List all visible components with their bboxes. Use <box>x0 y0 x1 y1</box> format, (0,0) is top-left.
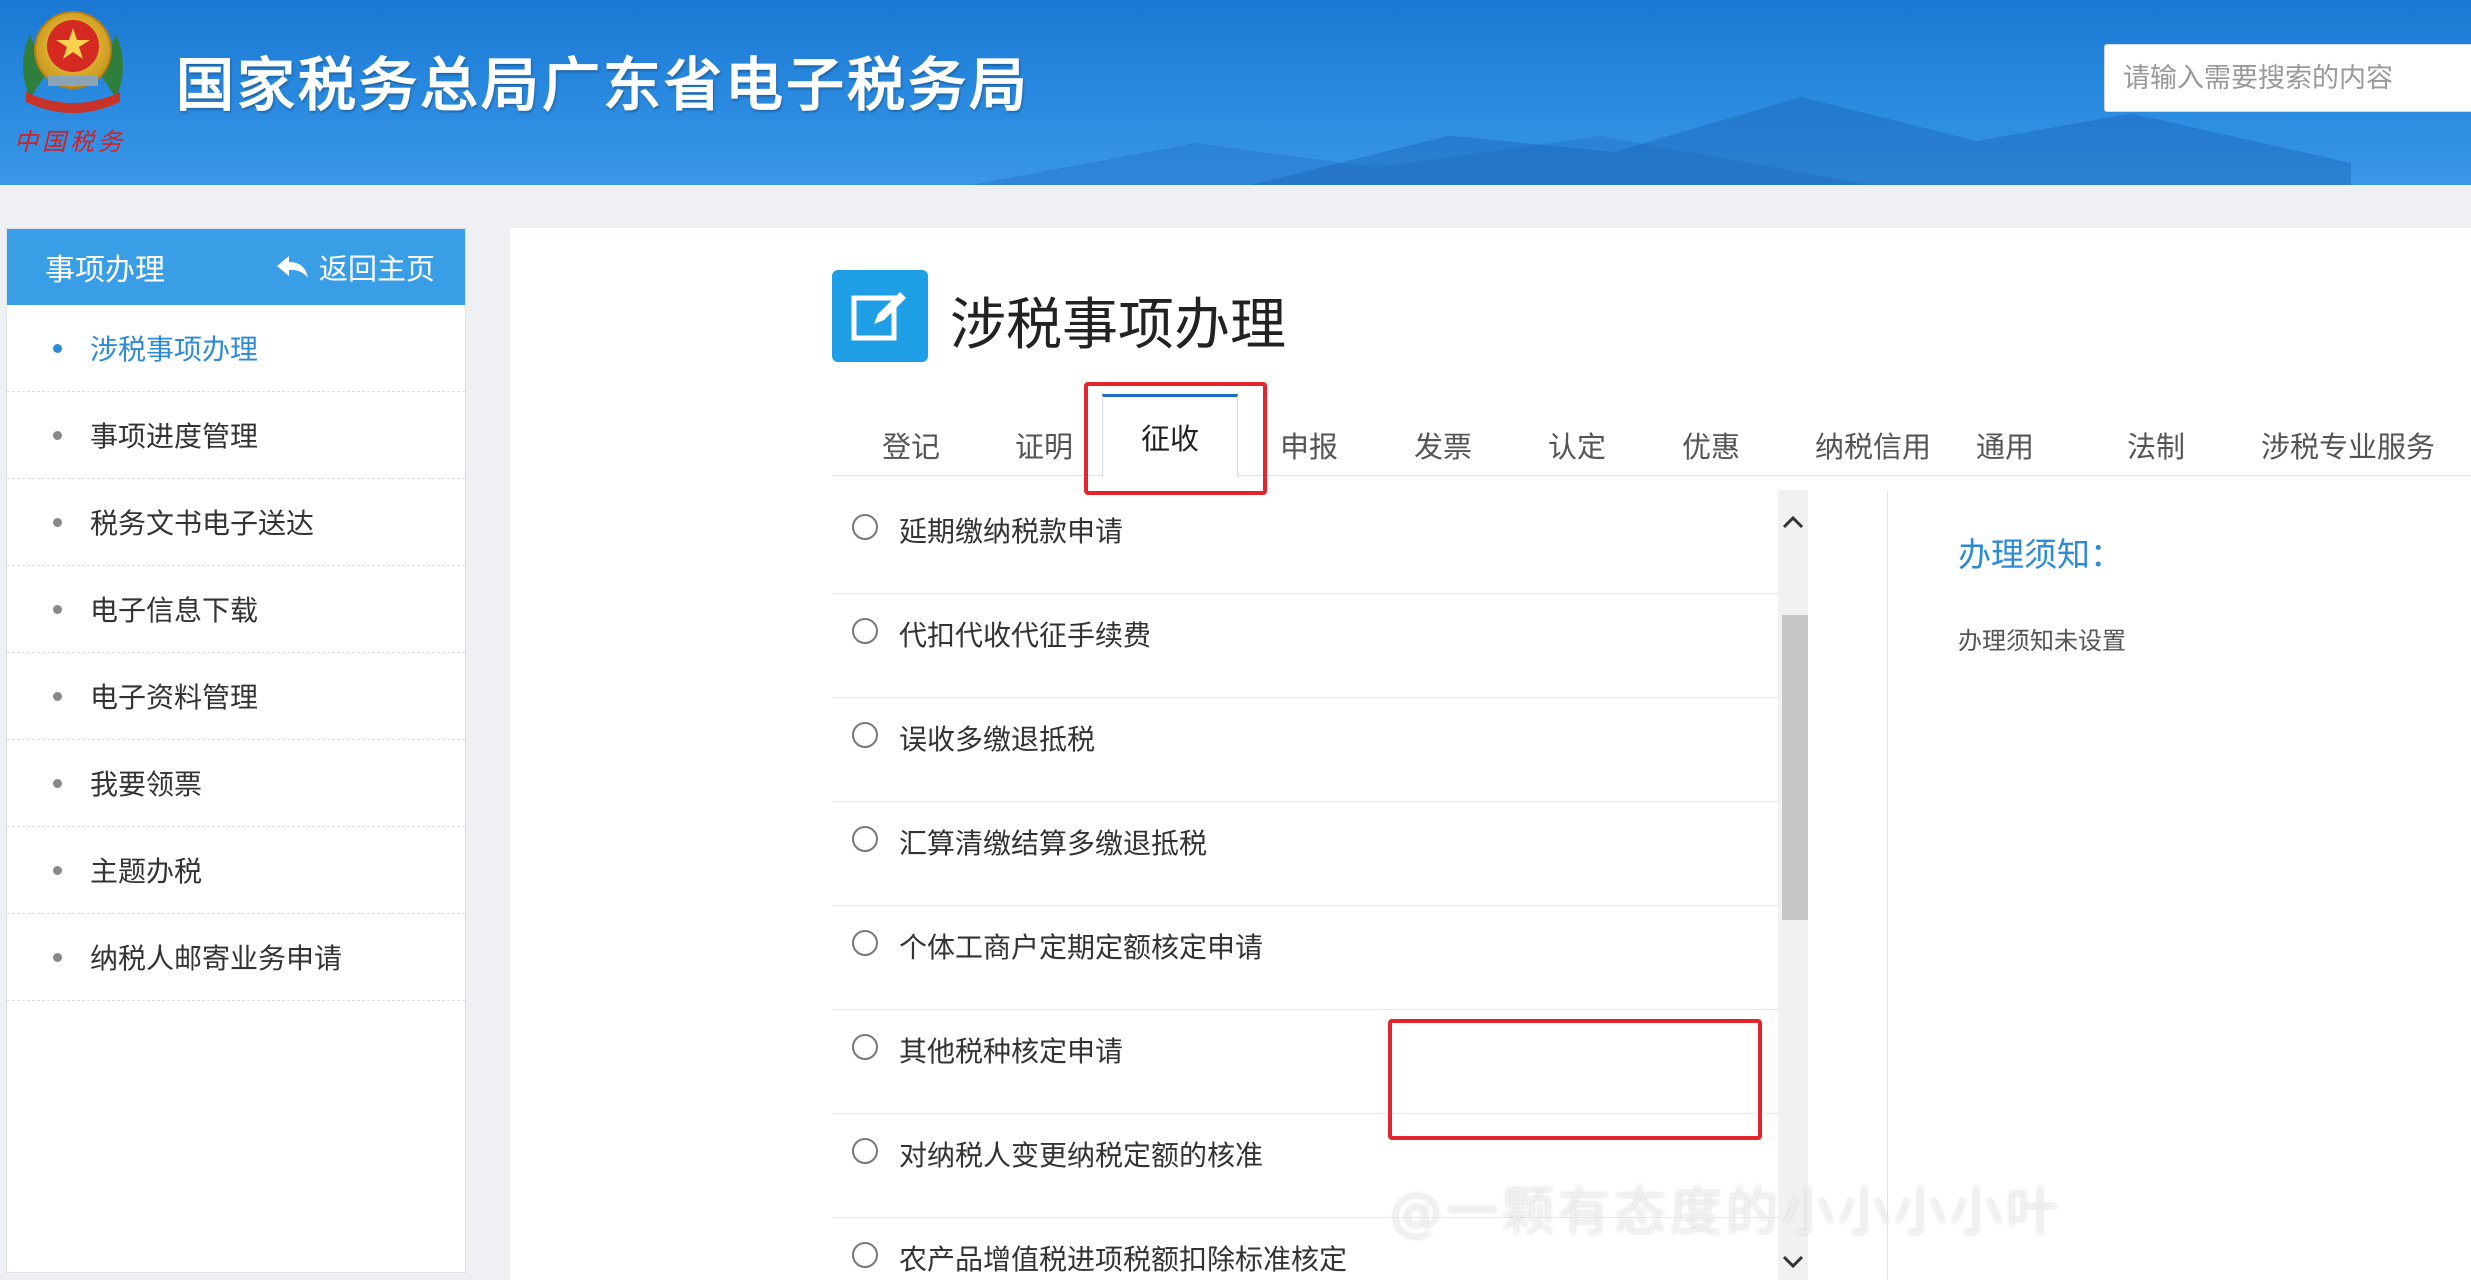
site-title: 国家税务总局广东省电子税务局 <box>176 51 1031 119</box>
tab-tax-credit[interactable]: 纳税信用 <box>1815 376 1931 476</box>
main-panel: 涉税事项办理 登记 证明 征收 申报 发票 认定 优惠 纳税信用 通用 法制 涉… <box>510 228 2471 1280</box>
sidebar-item-label: 纳税人邮寄业务申请 <box>90 942 343 975</box>
sidebar: 事项办理 返回主页 涉税事项办理 事项进度管理 税务文书电子送达 电子信息下载 … <box>6 228 466 1273</box>
scroll-thumb[interactable] <box>1782 615 1808 920</box>
tab-preferential[interactable]: 优惠 <box>1682 376 1740 476</box>
list-item[interactable]: 其他税种核定申请 <box>832 1010 1780 1114</box>
sidebar-item-e-documents[interactable]: 电子资料管理 <box>7 653 465 740</box>
tab-certificate[interactable]: 证明 <box>1015 376 1073 476</box>
list-item-label: 误收多缴退抵税 <box>899 723 1096 756</box>
page-title: 涉税事项办理 <box>950 293 1286 358</box>
list-item-label: 延期缴纳税款申请 <box>899 515 1124 548</box>
matter-list: 延期缴纳税款申请 代扣代收代征手续费 误收多缴退抵税 汇算清缴结算多缴退抵税 个… <box>832 490 1780 1280</box>
bullet-icon <box>53 517 62 527</box>
site-header: 中国税务 国家税务总局广东省电子税务局 <box>0 0 2471 185</box>
list-scrollbar[interactable] <box>1778 490 1808 1280</box>
sidebar-menu: 涉税事项办理 事项进度管理 税务文书电子送达 电子信息下载 电子资料管理 我要领… <box>7 305 465 1001</box>
radio-button[interactable] <box>852 826 878 852</box>
list-item-label: 农产品增值税进项税额扣除标准核定 <box>899 1243 1348 1276</box>
sidebar-item-label: 我要领票 <box>90 768 203 801</box>
notice-text: 办理须知未设置 <box>1958 627 2126 655</box>
list-item-label: 代扣代收代征手续费 <box>899 619 1152 652</box>
sidebar-header: 事项办理 返回主页 <box>7 229 465 305</box>
scroll-up-button[interactable] <box>1778 504 1808 540</box>
sidebar-item-mail-service[interactable]: 纳税人邮寄业务申请 <box>7 914 465 1001</box>
sidebar-item-e-delivery[interactable]: 税务文书电子送达 <box>7 479 465 566</box>
radio-button[interactable] <box>852 514 878 540</box>
list-item[interactable]: 误收多缴退抵税 <box>832 698 1780 802</box>
radio-button[interactable] <box>852 1138 878 1164</box>
bullet-icon <box>53 604 62 614</box>
edit-icon <box>832 270 928 362</box>
bullet-icon <box>53 430 62 440</box>
back-home-button[interactable]: 返回主页 <box>275 246 435 288</box>
tab-register[interactable]: 登记 <box>882 376 940 476</box>
sidebar-item-label: 主题办税 <box>90 855 203 888</box>
bullet-icon <box>53 691 62 701</box>
sidebar-item-progress[interactable]: 事项进度管理 <box>7 392 465 479</box>
brand-subtitle: 中国税务 <box>14 128 126 156</box>
sidebar-title: 事项办理 <box>45 253 165 288</box>
bullet-icon <box>53 865 62 875</box>
watermark: @一颗有态度的小小小小叶 <box>1390 1183 2063 1243</box>
sidebar-item-info-download[interactable]: 电子信息下载 <box>7 566 465 653</box>
category-tabs: 登记 证明 征收 申报 发票 认定 优惠 纳税信用 通用 法制 涉税专业服务 <box>832 376 2471 478</box>
sidebar-item-label: 电子信息下载 <box>90 594 259 627</box>
sidebar-item-label: 涉税事项办理 <box>90 333 259 366</box>
tab-recognition[interactable]: 认定 <box>1548 376 1606 476</box>
sidebar-item-get-invoice[interactable]: 我要领票 <box>7 740 465 827</box>
back-arrow-icon <box>276 256 308 278</box>
radio-button[interactable] <box>852 1034 878 1060</box>
tax-emblem-logo <box>23 11 123 113</box>
search-input[interactable] <box>2104 44 2471 112</box>
tab-invoice[interactable]: 发票 <box>1414 376 1472 476</box>
tab-declaration[interactable]: 申报 <box>1280 376 1338 476</box>
chevron-up-icon <box>1782 515 1804 529</box>
chevron-down-icon <box>1782 1255 1804 1269</box>
list-item[interactable]: 代扣代收代征手续费 <box>832 594 1780 698</box>
list-item-label: 个体工商户定期定额核定申请 <box>899 931 1264 964</box>
sidebar-item-label: 电子资料管理 <box>90 681 259 714</box>
list-item[interactable]: 个体工商户定期定额核定申请 <box>832 906 1780 1010</box>
sidebar-item-label: 事项进度管理 <box>90 420 259 453</box>
panel-divider <box>1887 490 1888 1280</box>
radio-button[interactable] <box>852 930 878 956</box>
scroll-down-button[interactable] <box>1778 1244 1808 1280</box>
sidebar-item-tax-matters[interactable]: 涉税事项办理 <box>7 305 465 392</box>
tab-legal[interactable]: 法制 <box>2127 376 2185 476</box>
radio-button[interactable] <box>852 1242 878 1268</box>
list-item-label: 汇算清缴结算多缴退抵税 <box>899 827 1208 860</box>
sidebar-item-theme-tax[interactable]: 主题办税 <box>7 827 465 914</box>
list-item[interactable]: 延期缴纳税款申请 <box>832 490 1780 594</box>
radio-button[interactable] <box>852 618 878 644</box>
bullet-icon <box>53 343 62 353</box>
list-item-label: 对纳税人变更纳税定额的核准 <box>899 1139 1264 1172</box>
tab-collection[interactable]: 征收 <box>1102 394 1239 478</box>
bullet-icon <box>53 778 62 788</box>
radio-button[interactable] <box>852 722 878 748</box>
bullet-icon <box>53 952 62 962</box>
back-home-label: 返回主页 <box>318 252 435 286</box>
list-item[interactable]: 汇算清缴结算多缴退抵税 <box>832 802 1780 906</box>
tab-general[interactable]: 通用 <box>1976 376 2034 476</box>
sidebar-item-label: 税务文书电子送达 <box>90 507 315 540</box>
list-item-label: 其他税种核定申请 <box>899 1035 1124 1068</box>
tab-professional-service[interactable]: 涉税专业服务 <box>2261 376 2435 476</box>
notice-title: 办理须知： <box>1958 535 2123 574</box>
